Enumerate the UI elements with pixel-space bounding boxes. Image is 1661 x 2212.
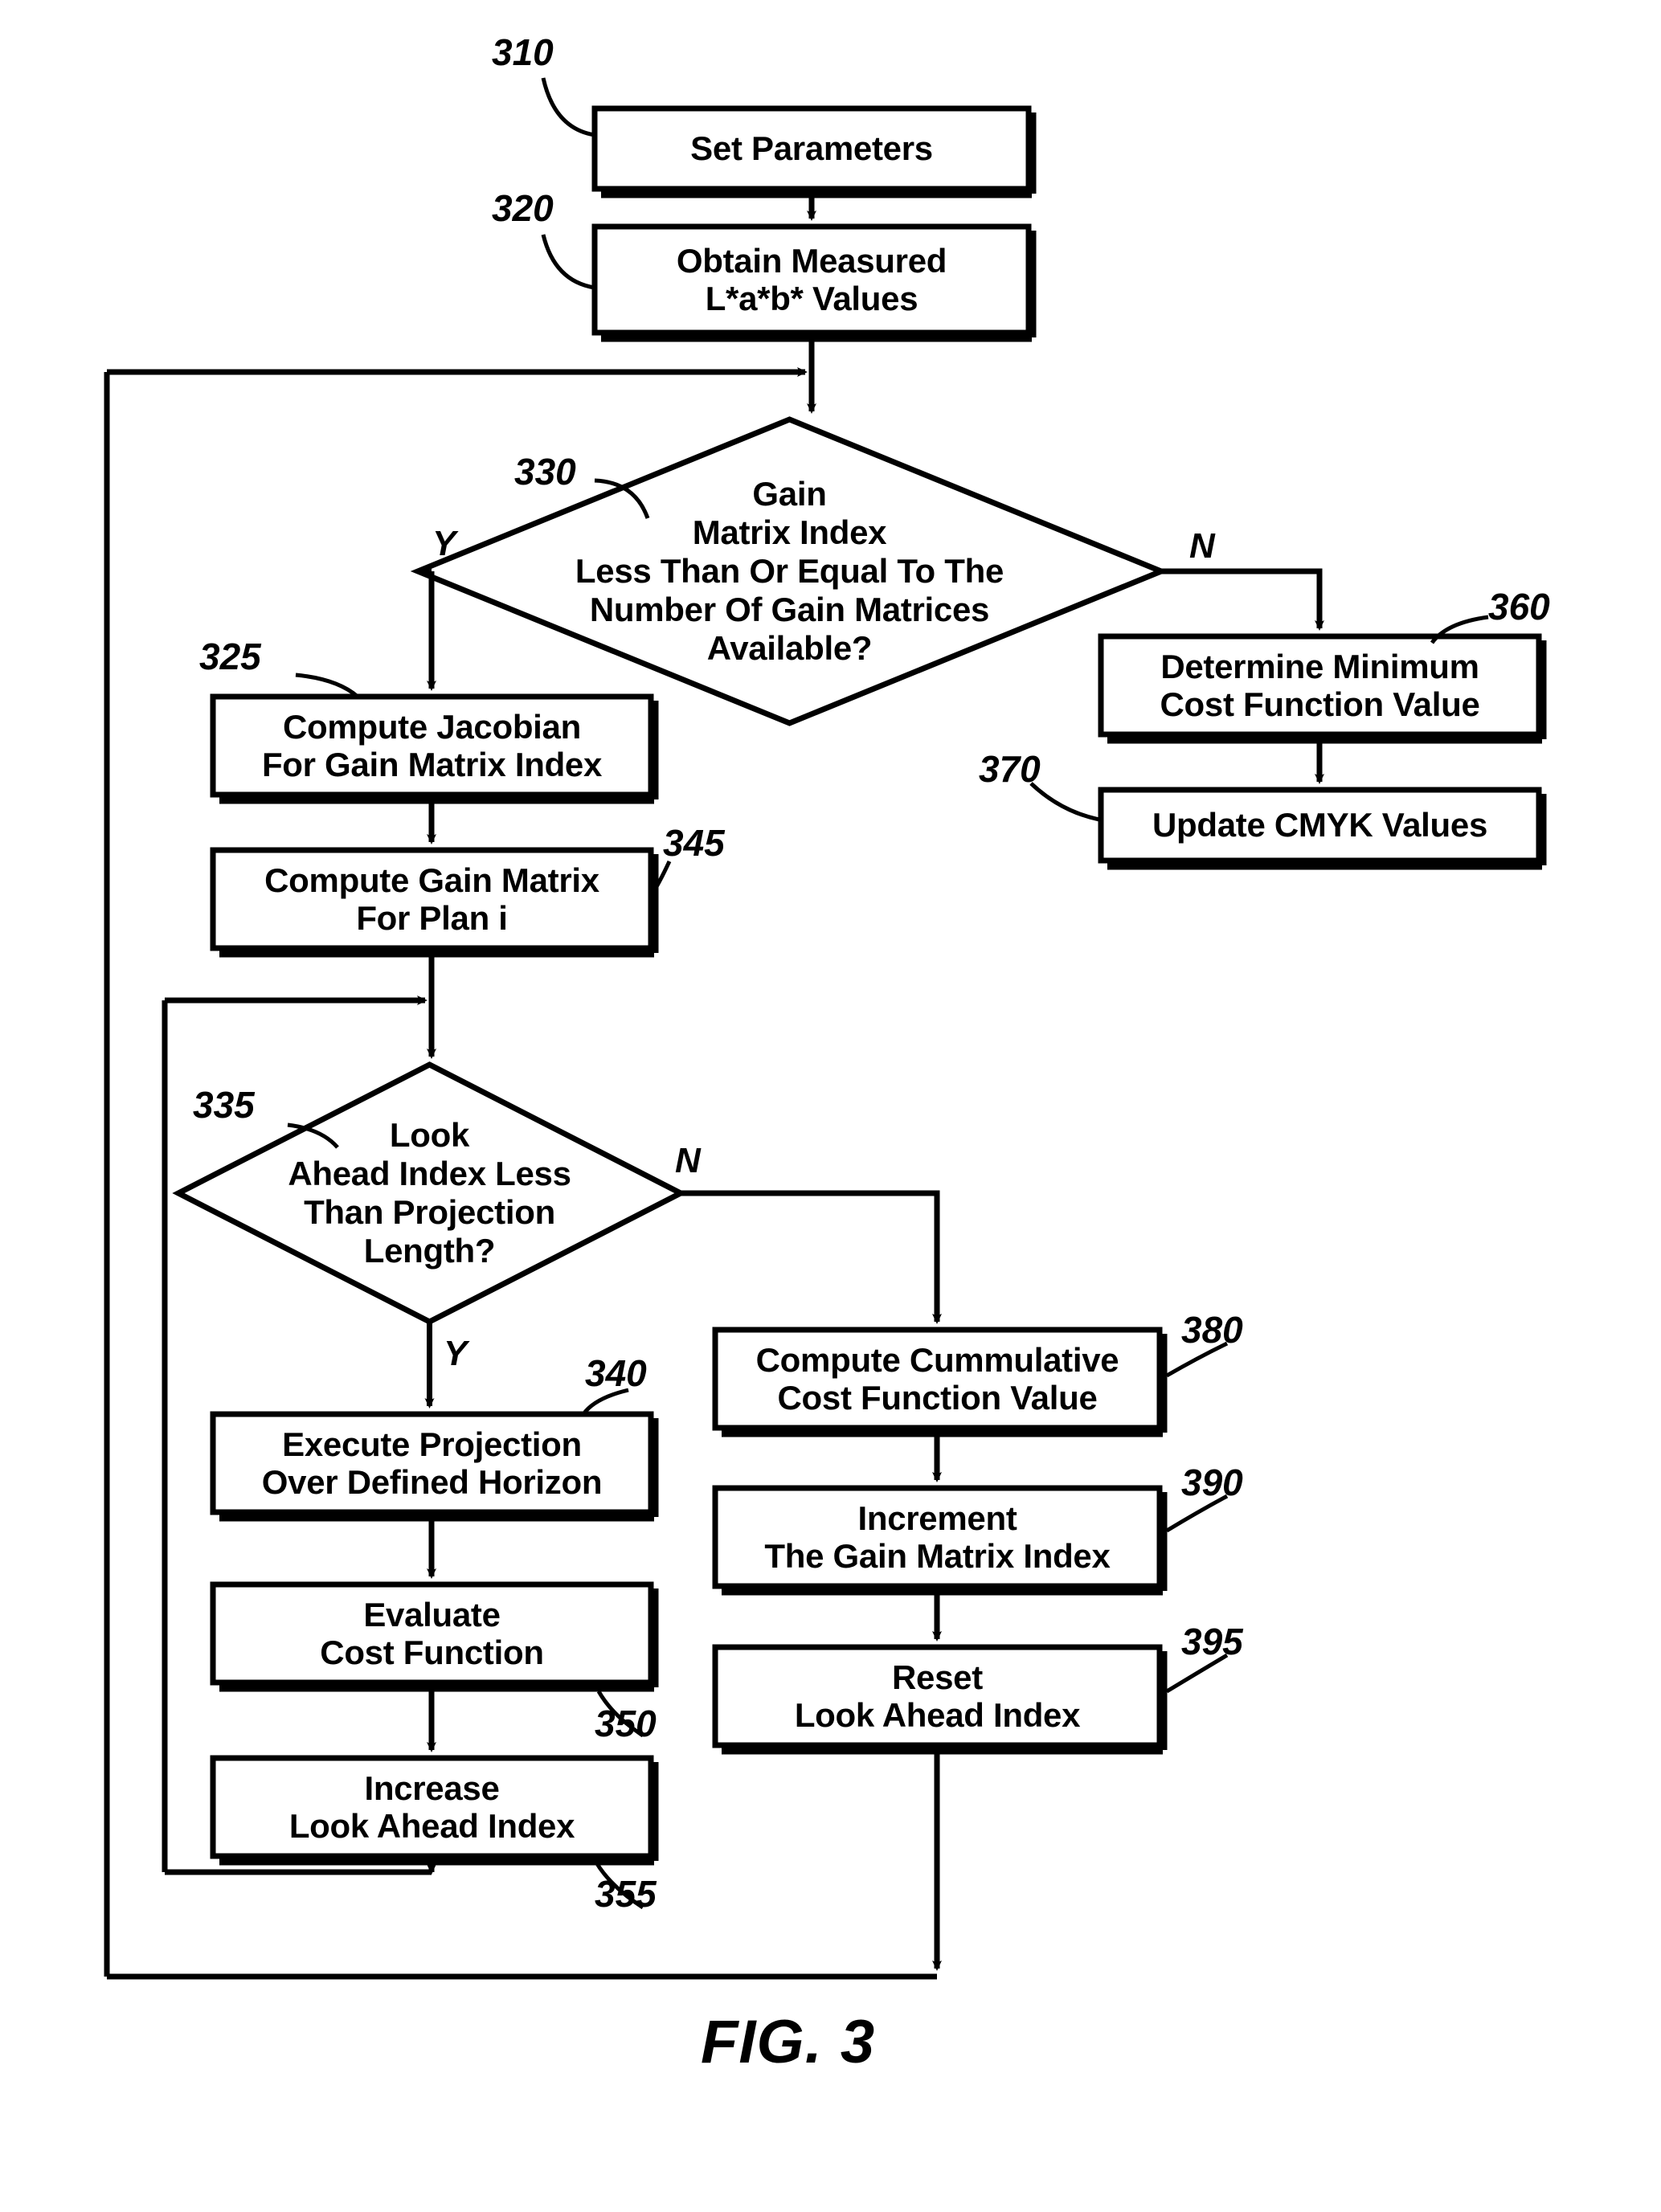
- node-shape-390: [712, 1485, 1163, 1589]
- node-shape-345: [210, 847, 654, 951]
- node-shape-355: [210, 1755, 654, 1859]
- ref-number-325: 325: [199, 636, 261, 677]
- branch-label-335-yes: Y: [444, 1334, 468, 1373]
- ref-number-370: 370: [979, 748, 1041, 790]
- node-shape-380: [712, 1327, 1163, 1431]
- ref-number-310: 310: [492, 31, 554, 73]
- ref-number-395: 395: [1181, 1621, 1243, 1662]
- node-shape-325: [210, 693, 654, 798]
- node-shape-395: [712, 1644, 1163, 1748]
- leader-370: [1029, 782, 1100, 822]
- connector-330-no: [1161, 568, 1324, 631]
- ref-number-390: 390: [1181, 1462, 1243, 1503]
- patent-figure: Set Parameters Obtain Measured L*a*b* Va…: [0, 0, 1661, 2212]
- ref-number-355: 355: [595, 1873, 657, 1915]
- node-shape-310: [591, 105, 1032, 192]
- branch-label-330-yes: Y: [432, 524, 456, 563]
- ref-number-360: 360: [1488, 586, 1550, 628]
- ref-number-320: 320: [492, 187, 554, 229]
- ref-number-345: 345: [663, 822, 725, 864]
- leader-325: [295, 673, 359, 698]
- ref-number-340: 340: [585, 1352, 647, 1394]
- node-shape-370: [1098, 787, 1542, 864]
- connector-335-no: [681, 1190, 942, 1324]
- ref-number-350: 350: [595, 1703, 657, 1744]
- ref-number-380: 380: [1181, 1309, 1243, 1351]
- figure-caption: FIG. 3: [701, 2008, 876, 2076]
- leader-310: [541, 77, 595, 137]
- ref-number-330: 330: [514, 451, 576, 493]
- node-shape-320: [591, 223, 1032, 336]
- node-shape-350: [210, 1581, 654, 1686]
- node-shape-340: [210, 1411, 654, 1515]
- ref-number-335: 335: [193, 1084, 255, 1126]
- node-shape-360: [1098, 633, 1542, 738]
- branch-label-335-no: N: [675, 1141, 701, 1180]
- branch-label-330-no: N: [1189, 526, 1215, 566]
- leader-320: [541, 234, 595, 290]
